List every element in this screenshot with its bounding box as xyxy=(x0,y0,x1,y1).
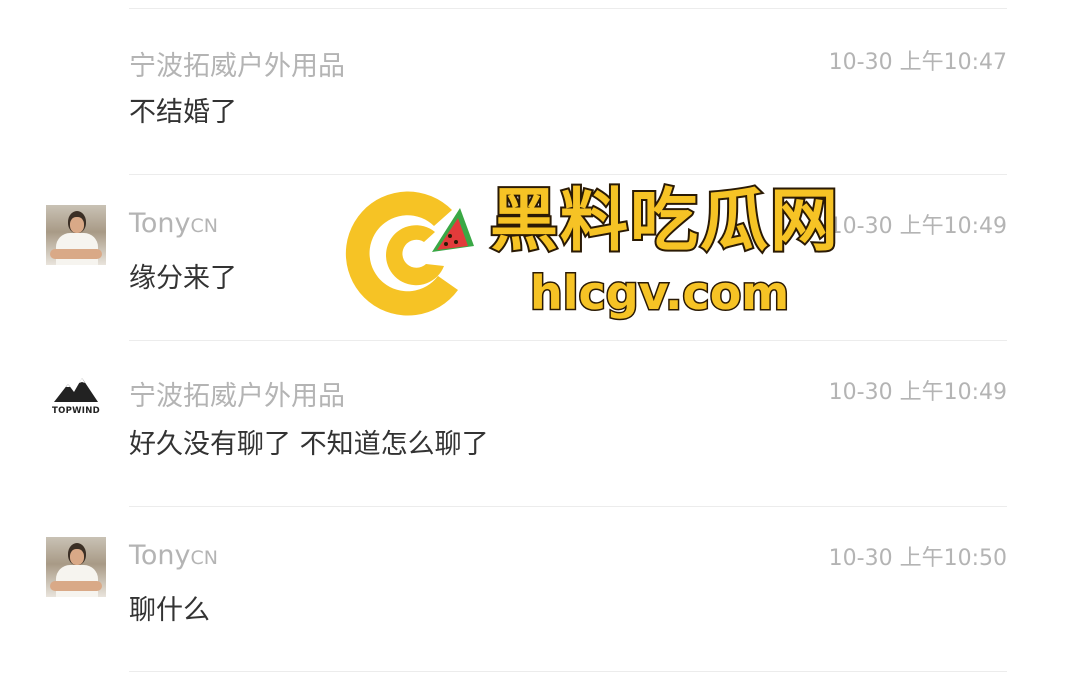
chat-message[interactable]: TOPWIND 宁波拓威户外用品 10-30 上午10:49 好久没有聊了 不知… xyxy=(0,340,1067,505)
avatar[interactable] xyxy=(46,537,106,597)
message-time: 10-30 上午10:47 xyxy=(828,50,1007,75)
message-text: 不结婚了 xyxy=(129,97,237,128)
message-time: 10-30 上午10:49 xyxy=(828,380,1007,405)
message-text: 缘分来了 xyxy=(129,263,237,294)
message-sender: TonyCN xyxy=(129,540,218,571)
message-time: 10-30 上午10:50 xyxy=(828,546,1007,571)
chat-message[interactable]: TonyCN 10-30 上午10:50 聊什么 xyxy=(0,506,1067,671)
site-watermark: 黑料吃瓜网 hlcgv.com xyxy=(340,180,860,320)
message-sender: TonyCN xyxy=(129,208,218,239)
watermark-title: 黑料吃瓜网 xyxy=(488,182,841,262)
sender-suffix: CN xyxy=(190,215,218,237)
avatar-brand: TOPWIND xyxy=(51,406,101,416)
sender-name: Tony xyxy=(129,540,191,571)
message-sender: 宁波拓威户外用品 xyxy=(129,44,345,83)
watermelon-logo-icon xyxy=(345,191,474,316)
sender-name: 宁波拓威户外用品 xyxy=(129,381,345,412)
message-divider xyxy=(129,671,1007,672)
chat-message[interactable]: 宁波拓威户外用品 10-30 上午10:47 不结婚了 xyxy=(0,8,1067,173)
avatar[interactable] xyxy=(46,205,106,265)
avatar[interactable]: TOPWIND xyxy=(46,372,106,432)
watermark-domain: hlcgv.com xyxy=(528,266,790,320)
sender-suffix: CN xyxy=(190,547,218,569)
chat-history-panel: 宁波拓威户外用品 10-30 上午10:47 不结婚了 TonyCN 10-30… xyxy=(0,0,1067,674)
mountain-icon xyxy=(54,378,98,402)
sender-name: 宁波拓威户外用品 xyxy=(129,51,345,82)
message-text: 好久没有聊了 不知道怎么聊了 xyxy=(129,429,489,460)
message-text: 聊什么 xyxy=(129,595,210,626)
message-sender: 宁波拓威户外用品 xyxy=(129,374,345,413)
sender-name: Tony xyxy=(129,208,191,239)
